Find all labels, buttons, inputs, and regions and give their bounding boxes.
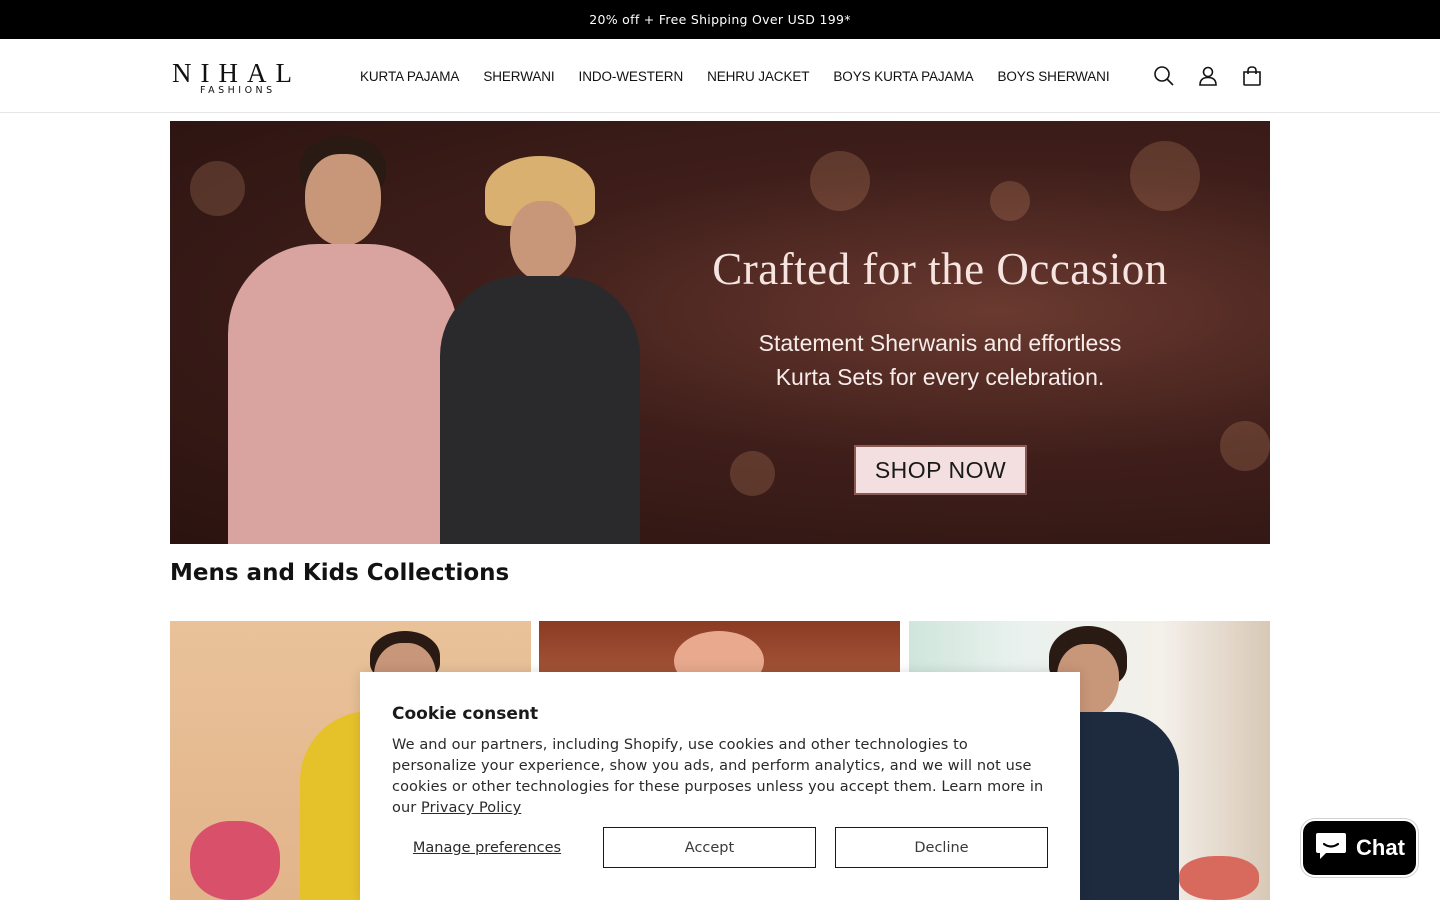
account-icon[interactable] xyxy=(1186,54,1230,98)
hero-subtitle-line2: Kurta Sets for every celebration. xyxy=(775,364,1105,390)
main-nav: KURTA PAJAMA SHERWANI INDO-WESTERN NEHRU… xyxy=(348,39,1121,113)
flower-bouquet xyxy=(190,821,280,900)
cookie-consent-title: Cookie consent xyxy=(392,704,539,724)
nav-sherwani[interactable]: SHERWANI xyxy=(471,69,566,84)
manage-preferences-button[interactable]: Manage preferences xyxy=(392,827,582,868)
hero-subtitle-line1: Statement Sherwanis and effortless xyxy=(758,330,1122,356)
nav-boys-kurta-pajama[interactable]: BOYS KURTA PAJAMA xyxy=(821,69,985,84)
hero-banner[interactable]: Crafted for the Occasion Statement Sherw… xyxy=(170,121,1270,544)
privacy-policy-link[interactable]: Privacy Policy xyxy=(421,800,521,816)
nav-nehru-jacket[interactable]: NEHRU JACKET xyxy=(695,69,821,84)
accept-button[interactable]: Accept xyxy=(603,827,816,868)
decline-button[interactable]: Decline xyxy=(835,827,1048,868)
chat-label: Chat xyxy=(1356,835,1405,860)
logo-primary: NIHAL xyxy=(172,58,301,88)
collections-title: Mens and Kids Collections xyxy=(170,560,510,586)
chat-button[interactable]: Chat xyxy=(1301,819,1418,877)
announcement-text: 20% off + Free Shipping Over USD 199* xyxy=(589,12,851,27)
hero-model-sherwani xyxy=(430,126,640,544)
shop-now-button[interactable]: SHOP NOW xyxy=(854,445,1027,495)
header-icons xyxy=(1142,54,1274,98)
announcement-bar: 20% off + Free Shipping Over USD 199* xyxy=(0,0,1440,39)
cookie-consent-body: We and our partners, including Shopify, … xyxy=(392,735,1048,819)
search-icon[interactable] xyxy=(1142,54,1186,98)
hero-subtitle: Statement Sherwanis and effortless Kurta… xyxy=(680,326,1200,394)
site-logo[interactable]: NIHAL FASHIONS xyxy=(172,58,318,97)
cart-icon[interactable] xyxy=(1230,54,1274,98)
nav-boys-sherwani[interactable]: BOYS SHERWANI xyxy=(986,69,1122,84)
cookie-consent-dialog: Cookie consent We and our partners, incl… xyxy=(360,672,1080,900)
nav-indo-western[interactable]: INDO-WESTERN xyxy=(567,69,696,84)
flower-pot xyxy=(1179,856,1259,900)
hero-title: Crafted for the Occasion xyxy=(712,244,1168,294)
nav-kurta-pajama[interactable]: KURTA PAJAMA xyxy=(348,69,471,84)
cookie-consent-actions: Manage preferences Accept Decline xyxy=(392,827,1048,868)
chat-bubble-icon xyxy=(1314,831,1348,866)
site-header: NIHAL FASHIONS KURTA PAJAMA SHERWANI IND… xyxy=(0,39,1440,113)
